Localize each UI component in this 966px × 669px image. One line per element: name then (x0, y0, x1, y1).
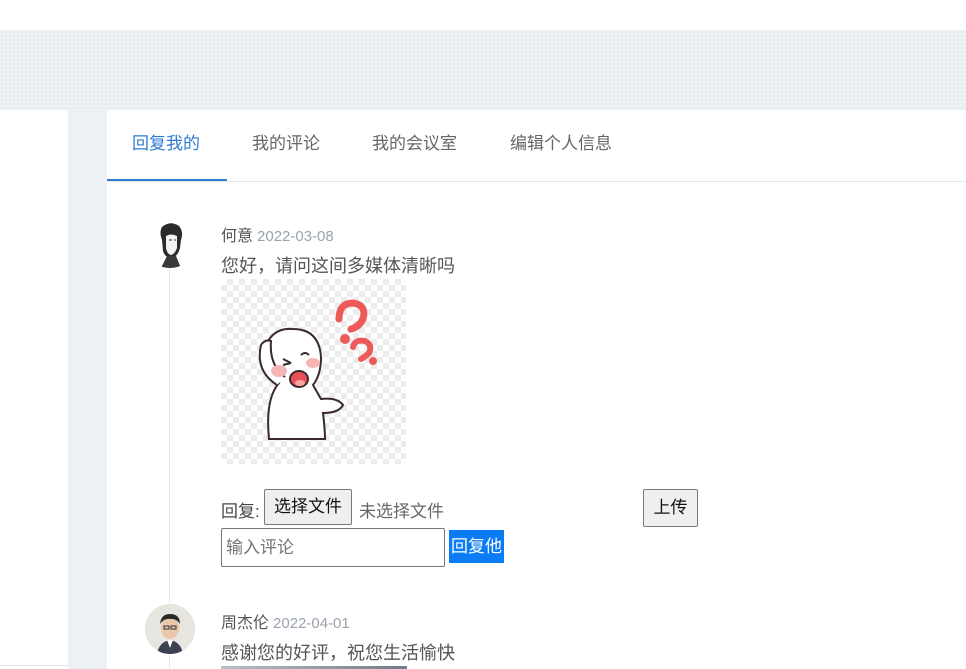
avatar (145, 604, 195, 654)
upload-button[interactable]: 上传 (643, 489, 698, 527)
file-status-text: 未选择文件 (359, 502, 444, 521)
tab-my-comments[interactable]: 我的评论 (252, 110, 320, 181)
comment-image[interactable] (221, 279, 406, 464)
top-bar (0, 0, 966, 30)
question-sticker-icon (258, 299, 377, 440)
comment-input[interactable] (221, 528, 445, 567)
reply-label: 回复: (221, 502, 260, 521)
comment-date: 2022-03-08 (257, 228, 334, 245)
tab-edit-profile[interactable]: 编辑个人信息 (510, 110, 612, 181)
comment-author: 周杰伦 (221, 615, 270, 632)
left-sidebar-card (0, 110, 68, 669)
tab-my-meeting-rooms[interactable]: 我的会议室 (372, 110, 457, 181)
sidebar-divider (0, 665, 68, 666)
comment-text: 感谢您的好评，祝您生活愉快 (221, 643, 455, 663)
tab-bar: 回复我的 我的评论 我的会议室 编辑个人信息 (107, 110, 966, 182)
comment-author: 何意 (221, 228, 254, 245)
comment-date: 2022-04-01 (273, 615, 350, 632)
tab-replies-to-me[interactable]: 回复我的 (132, 110, 200, 181)
header-banner (0, 30, 966, 110)
avatar (145, 218, 195, 268)
comments-panel: 回复我的 我的评论 我的会议室 编辑个人信息 何意 2022-03-08 您好，请… (107, 110, 966, 669)
comment-meta: 何意 2022-03-08 (221, 222, 334, 246)
active-tab-indicator (107, 179, 227, 181)
reply-submit-button[interactable]: 回复他 (449, 530, 504, 563)
choose-file-button[interactable]: 选择文件 (264, 489, 352, 525)
comment-text: 您好，请问这间多媒体清晰吗 (221, 256, 455, 276)
comment-meta: 周杰伦 2022-04-01 (221, 609, 350, 633)
